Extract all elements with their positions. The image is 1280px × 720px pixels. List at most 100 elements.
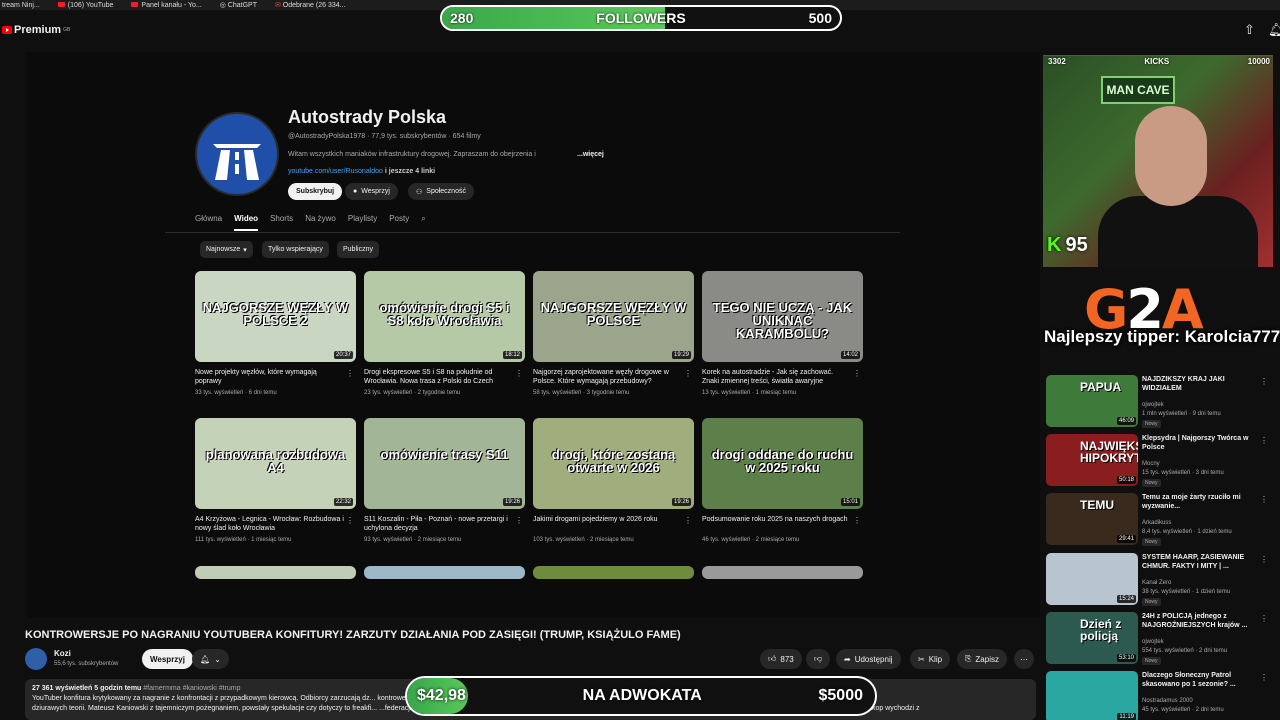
more-vert-icon[interactable]: ⋮ [853, 369, 861, 378]
filter-chip-public[interactable]: Publiczny [337, 241, 379, 258]
more-vert-icon[interactable]: ⋮ [1260, 673, 1268, 682]
recommended-title[interactable]: 24H z POLICJĄ jednego z NAJGROŹNIEJSZYCH… [1142, 612, 1260, 630]
more-vert-icon[interactable]: ⋮ [684, 369, 692, 378]
recommended-title[interactable]: Temu za moje żarty rzuciło mi wyzwanie..… [1142, 493, 1260, 511]
bookmark-item[interactable]: ◎ ChatGPT [220, 1, 257, 9]
video-thumbnail[interactable]: planowana rozbudowa A4 22:32 [195, 418, 356, 509]
video-thumbnail[interactable]: NAJGORSZE WĘZŁY W POLSCE 2 20:37 [195, 271, 356, 362]
video-card[interactable]: NAJGORSZE WĘZŁY W POLSCE 2 20:37 Nowe proj… [195, 271, 356, 396]
youtube-premium-logo[interactable]: Premium GB [2, 24, 70, 36]
video-thumbnail[interactable] [702, 566, 863, 579]
more-vert-icon[interactable]: ⋮ [1260, 555, 1268, 564]
recommended-title[interactable]: Dlaczego Słoneczny Patrol skasowano po 1… [1142, 671, 1260, 689]
bookmark-item[interactable]: tream Ninj... [2, 2, 40, 9]
recommended-channel[interactable]: Kanał Zero [1142, 580, 1171, 586]
video-card[interactable]: drogi oddane do ruchu w 2025 roku 15:01 Po… [702, 418, 863, 543]
channel-more-link[interactable]: ...więcej [577, 151, 604, 158]
recommended-channel[interactable]: ojwojtek [1142, 639, 1164, 645]
tab-videos[interactable]: Wideo [234, 214, 259, 231]
search-icon[interactable]: ⌕ [421, 214, 425, 231]
video-card-title[interactable]: Najgorzej zaprojektowane węzły drogowe w… [533, 368, 694, 387]
recommended-item[interactable]: PAPUA 46:09 NAJDZIKSZY KRAJ JAKI WIDZIAŁEM… [1046, 375, 1274, 429]
more-options-button[interactable]: ⋯ [1014, 649, 1034, 669]
more-vert-icon[interactable]: ⋮ [515, 369, 523, 378]
recommended-item[interactable]: Dzień z policją 53:10 24H z POLICJĄ jedneg… [1046, 612, 1274, 666]
video-card[interactable]: NAJGORSZE WĘZŁY W POLSCE 19:29 Najgorzej z… [533, 271, 694, 396]
video-thumbnail[interactable]: NAJGORSZE WĘZŁY W POLSCE 19:29 [533, 271, 694, 362]
recommended-channel[interactable]: Mocny [1142, 461, 1160, 467]
recommended-title[interactable]: SYSTEM HAARP, ZASIEWANIE CHMUR. FAKTY I … [1142, 553, 1260, 571]
recommended-thumbnail[interactable]: 15:24 [1046, 553, 1138, 605]
tab-shorts[interactable]: Shorts [270, 214, 293, 231]
support-button[interactable]: ● Wesprzyj [345, 183, 398, 200]
more-vert-icon[interactable]: ⋮ [1260, 614, 1268, 623]
video-card[interactable]: planowana rozbudowa A4 22:32 A4 Krzyżowa -… [195, 418, 356, 543]
video-card-title[interactable]: Nowe projekty węzłów, które wymagają pop… [195, 368, 356, 387]
sort-chip-newest[interactable]: Najnowsze ▾ [200, 241, 253, 258]
video-card[interactable]: TEGO NIE UCZĄ - JAK UNIKNĄĆ KARAMBOLU? 14… [702, 271, 863, 396]
video-thumbnail[interactable]: TEGO NIE UCZĄ - JAK UNIKNĄĆ KARAMBOLU? 14… [702, 271, 863, 362]
recommended-thumbnail[interactable]: 11:19 [1046, 671, 1138, 720]
recommended-channel[interactable]: Arkadikuss [1142, 520, 1171, 526]
dislike-button[interactable]: 👎︎ [806, 649, 831, 669]
like-button[interactable]: 👍︎ 873 [760, 649, 802, 669]
upload-icon[interactable]: ⇧ [1244, 22, 1255, 38]
video-card[interactable]: drogi, które zostaną otwarte w 2026 19:26… [533, 418, 694, 543]
recommended-title[interactable]: NAJDZIKSZY KRAJ JAKI WIDZIAŁEM [1142, 375, 1260, 393]
bookmark-item[interactable]: Panel kanału - Yo... [131, 2, 202, 9]
more-vert-icon[interactable]: ⋮ [1260, 436, 1268, 445]
filter-chip-members[interactable]: Tylko wspierający [262, 241, 329, 258]
recommended-item[interactable]: NAJWIĘKSZY HIPOKRYTA 50:18 Klepsydra | Naj… [1046, 434, 1274, 488]
video-thumbnail[interactable]: omówienie drogi S5 i S8 koło Wrocławia 18… [364, 271, 525, 362]
video-card-title[interactable]: Korek na autostradzie - Jak się zachować… [702, 368, 863, 387]
tab-posts[interactable]: Posty [389, 214, 409, 231]
tab-playlists[interactable]: Playlisty [348, 214, 377, 231]
recommended-item[interactable]: TEMU 29:41 Temu za moje żarty rzuciło mi w… [1046, 493, 1274, 547]
recommended-title[interactable]: Klepsydra | Najgorszy Twórca w Polsce [1142, 434, 1260, 452]
recommended-item[interactable]: 11:19 Dlaczego Słoneczny Patrol skasowano… [1046, 671, 1274, 720]
video-thumbnail[interactable]: drogi oddane do ruchu w 2025 roku 15:01 [702, 418, 863, 509]
recommended-thumbnail[interactable]: Dzień z policją 53:10 [1046, 612, 1138, 664]
video-thumbnail[interactable] [364, 566, 525, 579]
more-vert-icon[interactable]: ⋮ [1260, 495, 1268, 504]
channel-link[interactable]: youtube.com/user/Rusonaldoo i jeszcze 4 … [288, 168, 435, 175]
video-thumbnail[interactable]: omówienie trasy S11 19:26 [364, 418, 525, 509]
video-thumbnail[interactable] [195, 566, 356, 579]
video-card-title[interactable]: Podsumowanie roku 2025 na naszych drogac… [702, 515, 863, 534]
save-button[interactable]: ⎘ Zapisz [957, 649, 1007, 669]
recommended-channel[interactable]: Nostradamus 2000 [1142, 698, 1193, 704]
video-card[interactable]: omówienie trasy S11 19:26 S11 Koszalin - P… [364, 418, 525, 543]
description-tags[interactable]: #famermma #kaniowski #trump [143, 685, 240, 692]
more-vert-icon[interactable]: ⋮ [515, 516, 523, 525]
community-button[interactable]: ⚇ Społeczność [408, 183, 474, 200]
video-thumbnail[interactable] [533, 566, 694, 579]
recommended-thumbnail[interactable]: PAPUA 46:09 [1046, 375, 1138, 427]
subscribe-button[interactable]: Subskrybuj [288, 183, 343, 200]
tab-home[interactable]: Główna [195, 214, 222, 231]
recommended-thumbnail[interactable]: TEMU 29:41 [1046, 493, 1138, 545]
clip-button[interactable]: ✂ Klip [910, 649, 951, 669]
avatar[interactable] [25, 648, 47, 670]
more-vert-icon[interactable]: ⋮ [346, 516, 354, 525]
notifications-button[interactable]: 🔔︎ ⌄ [192, 649, 229, 669]
recommended-item[interactable]: 15:24 SYSTEM HAARP, ZASIEWANIE CHMUR. FAK… [1046, 553, 1274, 607]
notifications-icon[interactable]: 🔔︎ [1268, 22, 1280, 38]
video-thumbnail[interactable]: drogi, które zostaną otwarte w 2026 19:26 [533, 418, 694, 509]
more-vert-icon[interactable]: ⋮ [1260, 377, 1268, 386]
recommended-thumbnail[interactable]: NAJWIĘKSZY HIPOKRYTA 50:18 [1046, 434, 1138, 486]
channel-avatar[interactable] [195, 112, 279, 196]
tab-live[interactable]: Na żywo [305, 214, 336, 231]
bookmark-item[interactable]: (106) YouTube [57, 2, 113, 9]
video-card-title[interactable]: S11 Koszalin - Piła - Poznań - nowe prze… [364, 515, 525, 534]
share-button[interactable]: ➦ Udostępnij [836, 649, 901, 669]
recommended-channel[interactable]: ojwojtek [1142, 402, 1164, 408]
video-card[interactable]: omówienie drogi S5 i S8 koło Wrocławia 18… [364, 271, 525, 396]
more-vert-icon[interactable]: ⋮ [684, 516, 692, 525]
video-card-title[interactable]: A4 Krzyżowa - Legnica - Wrocław: Rozbudo… [195, 515, 356, 534]
support-button[interactable]: Wesprzyj [142, 649, 193, 669]
bookmark-item[interactable]: ✉ Odebrane (26 334... [275, 1, 345, 9]
more-vert-icon[interactable]: ⋮ [853, 516, 861, 525]
video-card-title[interactable]: Jakimi drogami pojedziemy w 2026 roku [533, 515, 694, 534]
video-card-title[interactable]: Drogi ekspresowe S5 i S8 na południe od … [364, 368, 525, 387]
more-vert-icon[interactable]: ⋮ [346, 369, 354, 378]
